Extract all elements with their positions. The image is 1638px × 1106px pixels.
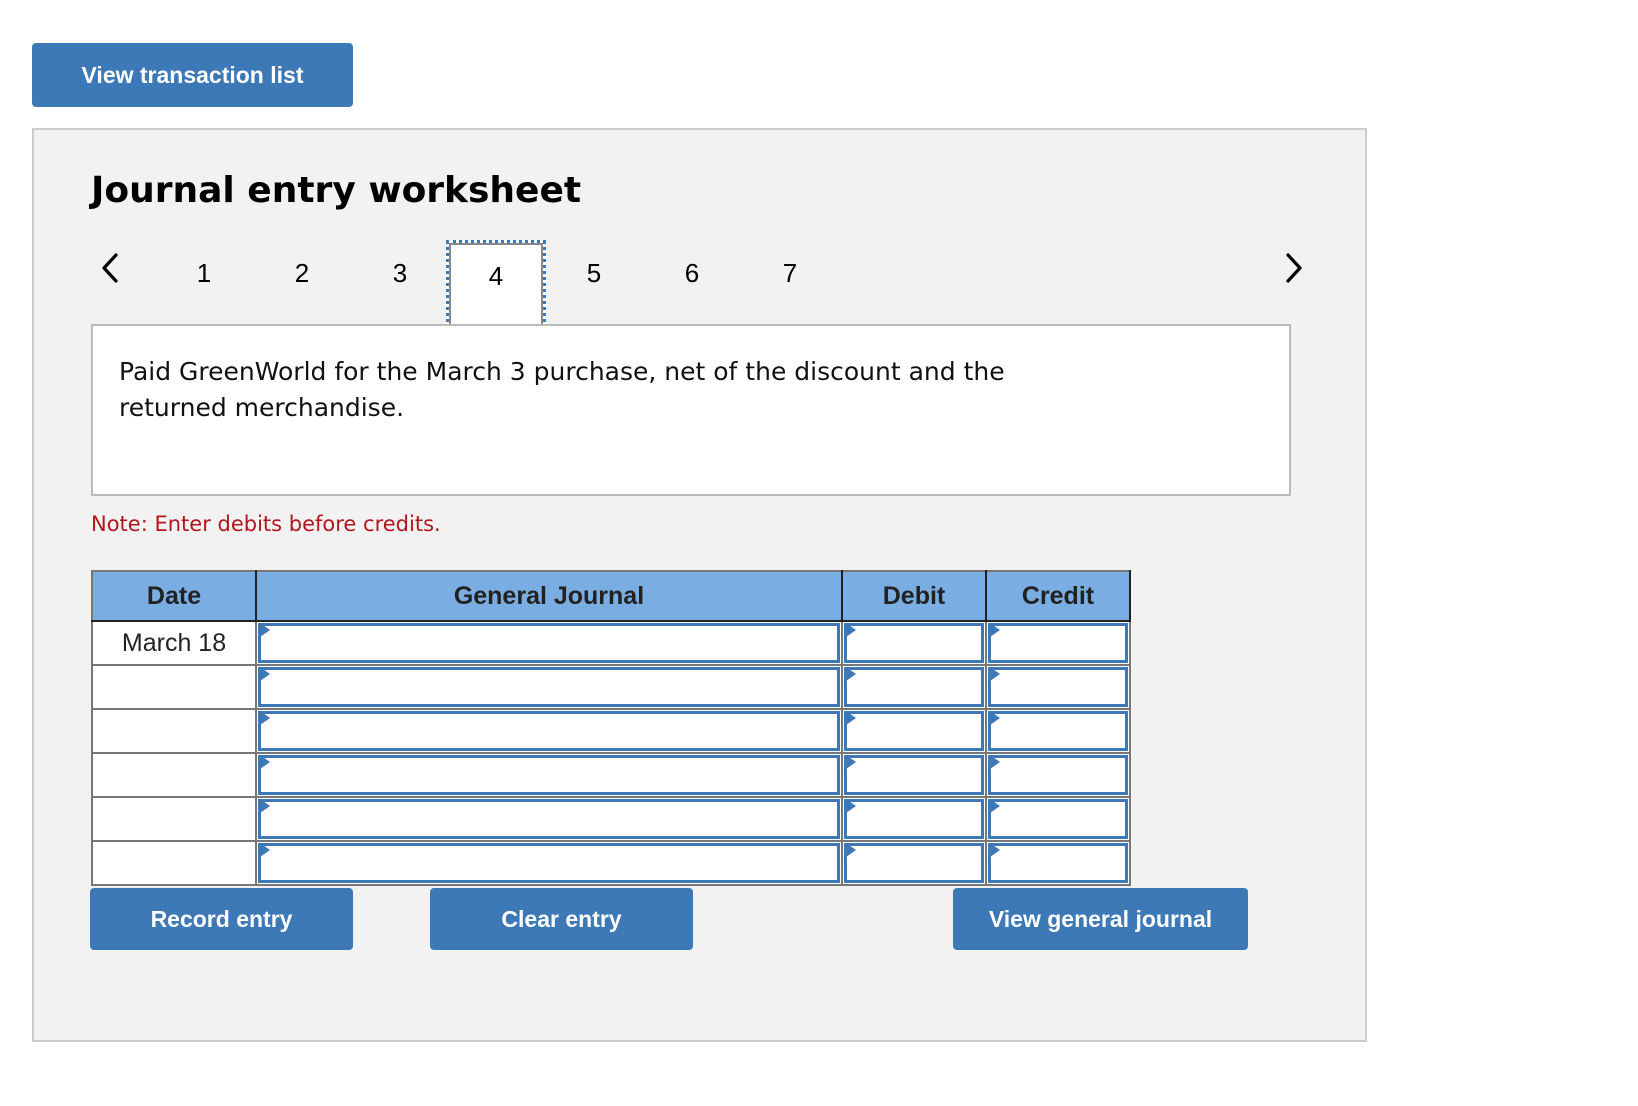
chevron-right-icon: [1286, 253, 1302, 283]
account-input-cell: [255, 840, 843, 886]
triangle-right-icon: [846, 843, 856, 857]
account-input-cell: [255, 664, 843, 710]
header-general-journal: General Journal: [255, 570, 843, 622]
debit-input-cell: [841, 664, 987, 710]
triangle-right-icon: [846, 667, 856, 681]
triangle-right-icon: [260, 843, 270, 857]
table-row: [91, 708, 1131, 754]
table-row: March 18: [91, 620, 1131, 666]
triangle-right-icon: [990, 843, 1000, 857]
triangle-right-icon: [846, 711, 856, 725]
debit-input[interactable]: [844, 843, 984, 883]
journal-entry-worksheet: Journal entry worksheet 1 2 3 4 5 6 7 Pa…: [32, 128, 1367, 1042]
debit-input[interactable]: [844, 667, 984, 707]
debit-input-cell: [841, 752, 987, 798]
credit-input[interactable]: [988, 755, 1128, 795]
account-input[interactable]: [258, 667, 840, 707]
account-input-cell: [255, 708, 843, 754]
triangle-right-icon: [990, 799, 1000, 813]
table-header-row: Date General Journal Debit Credit: [91, 570, 1131, 622]
header-debit: Debit: [841, 570, 987, 622]
account-input[interactable]: [258, 799, 840, 839]
view-general-journal-button[interactable]: View general journal: [953, 888, 1248, 950]
triangle-right-icon: [260, 667, 270, 681]
page-tab-7[interactable]: 7: [740, 240, 840, 326]
journal-entry-table: Date General Journal Debit Credit March …: [91, 570, 1131, 886]
date-cell: [91, 840, 257, 886]
triangle-right-icon: [846, 623, 856, 637]
debit-input-cell: [841, 708, 987, 754]
date-cell: [91, 664, 257, 710]
page-tab-2[interactable]: 2: [252, 240, 352, 326]
debit-input-cell: [841, 796, 987, 842]
debit-input[interactable]: [844, 711, 984, 751]
page-tab-5[interactable]: 5: [544, 240, 644, 326]
triangle-right-icon: [846, 799, 856, 813]
credit-input-cell: [985, 708, 1131, 754]
worksheet-title: Journal entry worksheet: [91, 170, 582, 211]
credit-input[interactable]: [988, 667, 1128, 707]
page-tab-6[interactable]: 6: [642, 240, 742, 326]
credit-input-cell: [985, 752, 1131, 798]
triangle-right-icon: [846, 755, 856, 769]
credit-input[interactable]: [988, 711, 1128, 751]
triangle-right-icon: [990, 623, 1000, 637]
debit-input-cell: [841, 840, 987, 886]
account-input[interactable]: [258, 843, 840, 883]
account-input-cell: [255, 752, 843, 798]
credit-input-cell: [985, 796, 1131, 842]
page-tab-4-active[interactable]: 4: [446, 240, 546, 330]
triangle-right-icon: [260, 623, 270, 637]
credit-input[interactable]: [988, 843, 1128, 883]
transaction-description-box: Paid GreenWorld for the March 3 purchase…: [91, 324, 1291, 496]
debit-input[interactable]: [844, 799, 984, 839]
date-cell: [91, 752, 257, 798]
credit-input-cell: [985, 840, 1131, 886]
date-cell: [91, 708, 257, 754]
table-row: [91, 840, 1131, 886]
header-date: Date: [91, 570, 257, 622]
debit-input[interactable]: [844, 755, 984, 795]
debit-input-cell: [841, 620, 987, 666]
previous-page-button[interactable]: [92, 248, 128, 288]
triangle-right-icon: [990, 667, 1000, 681]
debit-input[interactable]: [844, 623, 984, 663]
next-page-button[interactable]: [1276, 248, 1312, 288]
table-row: [91, 664, 1131, 710]
triangle-right-icon: [260, 799, 270, 813]
account-input[interactable]: [258, 711, 840, 751]
account-input-cell: [255, 796, 843, 842]
credit-input[interactable]: [988, 799, 1128, 839]
table-row: [91, 752, 1131, 798]
triangle-right-icon: [260, 755, 270, 769]
account-input-cell: [255, 620, 843, 666]
clear-entry-button[interactable]: Clear entry: [430, 888, 693, 950]
page-tab-3[interactable]: 3: [350, 240, 450, 326]
credit-input[interactable]: [988, 623, 1128, 663]
instruction-note: Note: Enter debits before credits.: [91, 512, 441, 536]
account-input[interactable]: [258, 755, 840, 795]
table-row: [91, 796, 1131, 842]
chevron-left-icon: [102, 253, 118, 283]
account-input[interactable]: [258, 623, 840, 663]
triangle-right-icon: [990, 711, 1000, 725]
page-tab-1[interactable]: 1: [154, 240, 254, 326]
view-transaction-list-button[interactable]: View transaction list: [32, 43, 353, 107]
credit-input-cell: [985, 620, 1131, 666]
date-cell: [91, 796, 257, 842]
date-cell: March 18: [91, 620, 257, 666]
triangle-right-icon: [990, 755, 1000, 769]
triangle-right-icon: [260, 711, 270, 725]
credit-input-cell: [985, 664, 1131, 710]
header-credit: Credit: [985, 570, 1131, 622]
transaction-description: Paid GreenWorld for the March 3 purchase…: [119, 357, 1005, 422]
record-entry-button[interactable]: Record entry: [90, 888, 353, 950]
